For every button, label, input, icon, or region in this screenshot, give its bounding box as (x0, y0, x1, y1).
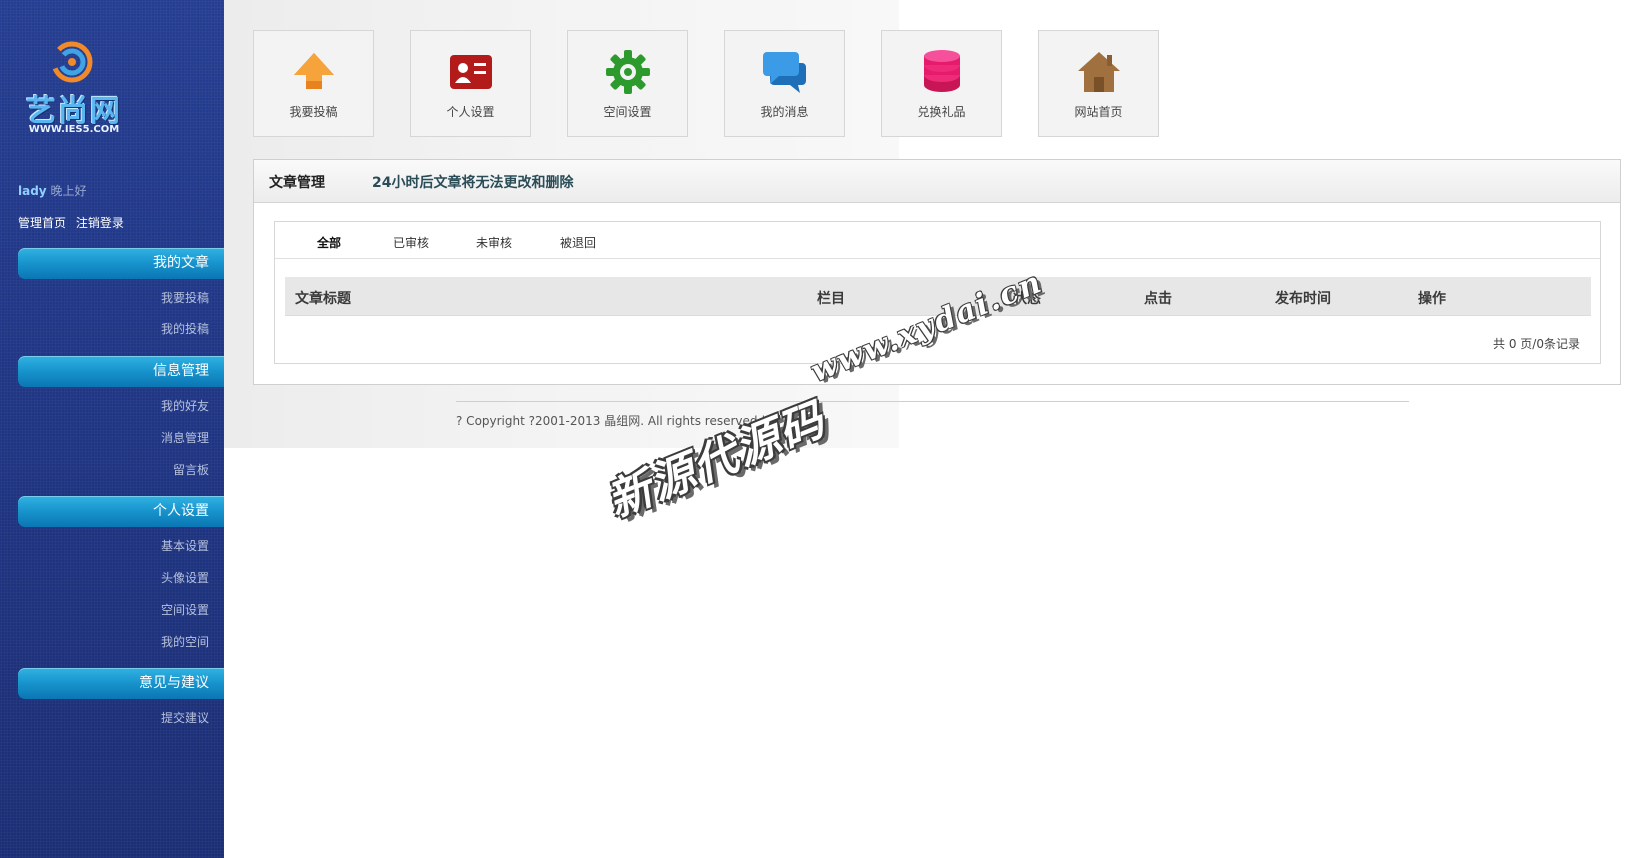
shortcut-label: 个人设置 (446, 105, 495, 119)
shortcut-my-messages[interactable]: 我的消息 (724, 30, 845, 137)
gear-icon (606, 50, 650, 94)
user-greeting: lady 晚上好 (18, 182, 86, 199)
coins-stack-icon (924, 50, 960, 92)
shortcut-label: 我的消息 (760, 105, 809, 119)
status-tabs: 全部 已审核 未审核 被退回 (275, 222, 1600, 259)
id-card-icon (450, 55, 492, 89)
pagination-summary: 共 0 页/0条记录 (1493, 337, 1580, 351)
tab-pending[interactable]: 未审核 (476, 234, 512, 251)
shortcut-personal-settings[interactable]: 个人设置 (410, 30, 531, 137)
nav-item-my-space[interactable]: 我的空间 (161, 633, 209, 650)
nav-section-feedback[interactable]: 意见与建议 (18, 668, 224, 699)
nav-item-my-friends[interactable]: 我的好友 (161, 397, 209, 414)
nav-item-basic-settings[interactable]: 基本设置 (161, 537, 209, 554)
shortcut-label: 网站首页 (1074, 105, 1123, 119)
greeting-text: 晚上好 (50, 184, 87, 198)
logo-url: WWW.IES5.COM (28, 124, 120, 135)
username: lady (18, 184, 47, 198)
article-management-panel: 文章管理 24小时后文章将无法更改和删除 全部 已审核 未审核 被退回 文章标题… (253, 159, 1621, 385)
col-clicks: 点击 (1144, 291, 1172, 307)
nav-section-info-management[interactable]: 信息管理 (18, 356, 224, 387)
col-publish-time: 发布时间 (1275, 291, 1331, 307)
nav-item-submit-feedback[interactable]: 提交建议 (161, 709, 209, 726)
col-title: 文章标题 (295, 291, 351, 307)
house-icon (1078, 52, 1120, 92)
shortcut-label: 我要投稿 (289, 105, 338, 119)
col-actions: 操作 (1418, 291, 1446, 307)
site-logo[interactable]: 艺尚网 WWW.IES5.COM (22, 40, 130, 140)
nav-item-my-submissions[interactable]: 我的投稿 (161, 320, 209, 337)
nav-item-avatar-settings[interactable]: 头像设置 (161, 569, 209, 586)
tab-all[interactable]: 全部 (317, 234, 341, 251)
footer-divider (456, 401, 1409, 402)
chat-bubbles-icon (763, 52, 806, 93)
nav-section-personal-settings[interactable]: 个人设置 (18, 496, 224, 527)
col-category: 栏目 (817, 291, 845, 307)
logo-swirl-icon (51, 41, 93, 83)
nav-item-message-management[interactable]: 消息管理 (161, 429, 209, 446)
shortcut-space-settings[interactable]: 空间设置 (567, 30, 688, 137)
admin-home-link[interactable]: 管理首页 (18, 216, 66, 230)
shortcut-label: 兑换礼品 (917, 105, 966, 119)
nav-item-submit-article[interactable]: 我要投稿 (161, 289, 209, 306)
nav-item-guestbook[interactable]: 留言板 (173, 461, 209, 478)
panel-title: 文章管理 (269, 175, 325, 191)
logout-link[interactable]: 注销登录 (76, 216, 124, 230)
nav-item-space-settings[interactable]: 空间设置 (161, 601, 209, 618)
shortcut-redeem-gifts[interactable]: 兑换礼品 (881, 30, 1002, 137)
sidebar: 艺尚网 WWW.IES5.COM lady 晚上好 管理首页 注销登录 我的文章… (0, 0, 224, 858)
tab-rejected[interactable]: 被退回 (560, 234, 596, 251)
shortcut-submit-article[interactable]: 我要投稿 (253, 30, 374, 137)
shortcut-site-home[interactable]: 网站首页 (1038, 30, 1159, 137)
nav-section-my-articles[interactable]: 我的文章 (18, 248, 224, 279)
user-links: 管理首页 注销登录 (18, 214, 130, 231)
shortcut-label: 空间设置 (603, 105, 652, 119)
tab-approved[interactable]: 已审核 (393, 234, 429, 251)
panel-header: 文章管理 24小时后文章将无法更改和删除 (254, 160, 1620, 203)
upload-arrow-icon (294, 53, 334, 89)
article-list-box: 全部 已审核 未审核 被退回 文章标题 栏目 状态 点击 发布时间 操作 共 0… (274, 221, 1601, 364)
panel-notice: 24小时后文章将无法更改和删除 (372, 175, 574, 191)
